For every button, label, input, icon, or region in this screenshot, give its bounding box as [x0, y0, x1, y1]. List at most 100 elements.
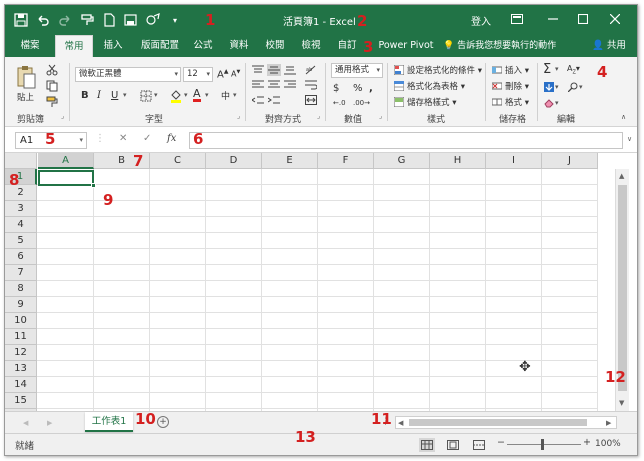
font-size-select[interactable]: 12 ▾ [183, 67, 213, 82]
normal-view-icon[interactable] [419, 438, 435, 452]
row-header-4[interactable]: 4 [5, 217, 37, 233]
find-dropdown-icon[interactable]: ▾ [579, 83, 583, 91]
row-header-9[interactable]: 9 [5, 297, 37, 313]
increase-indent-icon[interactable] [267, 94, 281, 106]
scroll-down-icon[interactable]: ▼ [619, 399, 624, 407]
delete-cells-icon[interactable] [491, 80, 503, 92]
save-icon[interactable] [13, 12, 29, 28]
column-header-g[interactable]: G [374, 153, 430, 169]
column-header-i[interactable]: I [486, 153, 542, 169]
horizontal-scrollbar[interactable]: ◀ ▶ [395, 416, 617, 429]
zoom-in-button[interactable]: + [583, 437, 591, 448]
decrease-font-icon[interactable]: A▼ [231, 69, 240, 79]
login-link[interactable]: 登入 [471, 13, 491, 28]
border-icon[interactable] [139, 90, 153, 102]
tab-insert[interactable]: 插入 [97, 35, 129, 57]
cell-styles-button[interactable]: 儲存格樣式 ▾ [407, 96, 456, 108]
tab-custom[interactable]: 自訂 [333, 35, 361, 57]
add-sheet-icon[interactable]: + [157, 416, 169, 428]
page-layout-view-icon[interactable] [445, 438, 461, 452]
delete-cells-button[interactable]: 刪除 ▾ [505, 80, 529, 92]
sheet-tab-1[interactable]: 工作表1 [85, 412, 133, 432]
row-header-15[interactable]: 15 [5, 393, 37, 409]
column-header-h[interactable]: H [430, 153, 486, 169]
border-dropdown-icon[interactable]: ▾ [154, 91, 158, 99]
format-painter-icon[interactable] [79, 12, 95, 28]
copy-icon[interactable] [45, 79, 59, 93]
tell-me-box[interactable]: 💡 告訴我您想要執行的動作 [443, 35, 556, 57]
conditional-format-icon[interactable] [393, 64, 405, 76]
maximize-icon[interactable] [571, 9, 595, 29]
tab-file[interactable]: 檔案 [15, 35, 45, 57]
number-format-select[interactable]: 通用格式 ▾ [331, 63, 383, 78]
vertical-scroll-thumb[interactable] [618, 185, 627, 391]
align-right-icon[interactable] [283, 79, 297, 91]
ribbon-display-icon[interactable] [505, 9, 529, 29]
new-document-icon[interactable] [101, 12, 117, 28]
confirm-entry-icon[interactable]: ✓ [143, 133, 151, 144]
prev-sheet-icon[interactable]: ◀ [23, 419, 28, 427]
page-break-view-icon[interactable] [471, 438, 487, 452]
align-center-icon[interactable] [267, 79, 281, 91]
row-header-10[interactable]: 10 [5, 313, 37, 329]
clear-icon[interactable] [543, 97, 555, 109]
select-all-corner[interactable] [5, 153, 37, 169]
fill-dropdown-icon[interactable]: ▾ [555, 83, 559, 91]
customize-qat-icon[interactable]: ▾ [167, 12, 183, 28]
number-launcher-icon[interactable]: ⌟ [379, 112, 382, 120]
redo-icon[interactable] [57, 12, 73, 28]
italic-button[interactable]: I [97, 90, 101, 101]
fill-handle[interactable] [91, 183, 96, 188]
row-header-5[interactable]: 5 [5, 233, 37, 249]
row-header-6[interactable]: 6 [5, 249, 37, 265]
insert-cells-icon[interactable] [491, 64, 503, 76]
increase-font-icon[interactable]: A▲ [217, 68, 228, 80]
percent-style-icon[interactable]: % [353, 83, 363, 94]
conditional-format-button[interactable]: 設定格式化的條件 ▾ [407, 64, 482, 76]
worksheet-grid[interactable]: 16151413121110987654321JIHGFEDCBA ▲ ▼ ✥ [5, 153, 637, 411]
column-header-f[interactable]: F [318, 153, 374, 169]
cancel-entry-icon[interactable]: ✕ [119, 133, 127, 144]
font-color-icon[interactable]: A [193, 88, 201, 102]
save-as-icon[interactable] [123, 12, 139, 28]
wrap-text-icon[interactable] [303, 79, 319, 91]
bold-button[interactable]: B [81, 90, 89, 101]
column-header-j[interactable]: J [542, 153, 598, 169]
tab-view[interactable]: 檢視 [297, 35, 325, 57]
scroll-left-icon[interactable]: ◀ [398, 419, 403, 427]
insert-cells-button[interactable]: 插入 ▾ [505, 64, 529, 76]
undo-icon[interactable] [35, 12, 51, 28]
horizontal-scroll-thumb[interactable] [409, 419, 587, 426]
autosum-dropdown-icon[interactable]: ▾ [555, 65, 559, 73]
clear-dropdown-icon[interactable]: ▾ [555, 99, 559, 107]
format-cells-button[interactable]: 格式 ▾ [505, 96, 529, 108]
next-sheet-icon[interactable]: ▶ [47, 419, 52, 427]
format-as-table-button[interactable]: 格式化為表格 ▾ [407, 80, 465, 92]
paste-icon[interactable] [13, 63, 39, 91]
format-cells-icon[interactable] [491, 96, 503, 108]
comma-style-icon[interactable]: , [369, 83, 373, 94]
selected-cell-a1[interactable] [38, 170, 96, 188]
column-header-a[interactable]: A [38, 153, 94, 169]
cut-icon[interactable] [45, 63, 59, 77]
formula-input[interactable] [189, 132, 623, 149]
column-header-e[interactable]: E [262, 153, 318, 169]
align-top-icon[interactable] [251, 64, 265, 76]
row-header-14[interactable]: 14 [5, 377, 37, 393]
fill-color-icon[interactable] [169, 89, 183, 103]
collapse-ribbon-icon[interactable]: ∧ [621, 113, 626, 121]
row-header-13[interactable]: 13 [5, 361, 37, 377]
expand-formula-bar-icon[interactable]: ∨ [627, 135, 632, 143]
accounting-format-icon[interactable]: $ [333, 83, 339, 94]
paste-label[interactable]: 貼上 [17, 91, 34, 103]
find-select-icon[interactable] [567, 81, 579, 93]
fill-down-icon[interactable] [543, 81, 555, 93]
zoom-slider[interactable] [507, 444, 581, 445]
fill-color-dropdown-icon[interactable]: ▾ [184, 91, 188, 99]
zoom-out-button[interactable]: − [497, 437, 505, 448]
sort-filter-icon[interactable]: AZ▾ [567, 64, 580, 76]
format-as-table-icon[interactable] [393, 80, 405, 92]
column-header-c[interactable]: C [150, 153, 206, 169]
row-header-8[interactable]: 8 [5, 281, 37, 297]
minimize-icon[interactable] [541, 9, 565, 29]
